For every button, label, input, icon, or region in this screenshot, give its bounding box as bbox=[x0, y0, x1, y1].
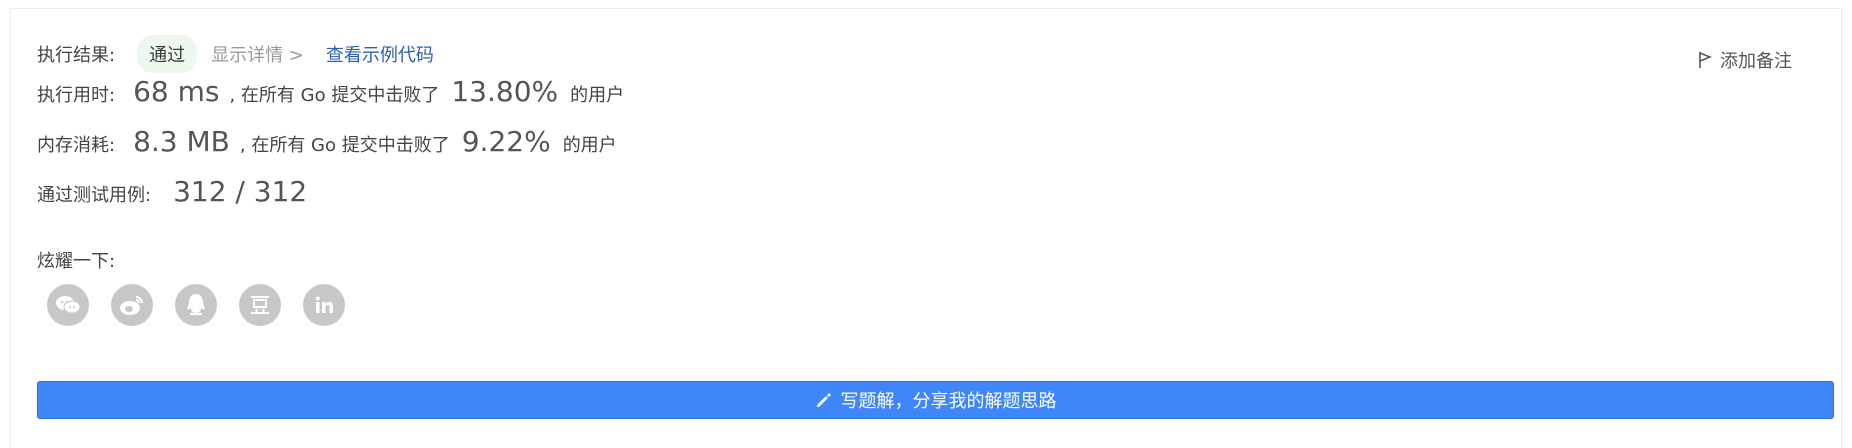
memory-row: 内存消耗: 8.3 MB , 在所有 Go 提交中击败了 9.22% 的用户 bbox=[37, 125, 617, 158]
write-solution-button[interactable]: 写题解，分享我的解题思路 bbox=[37, 381, 1834, 419]
view-sample-code-link[interactable]: 查看示例代码 bbox=[326, 41, 434, 67]
show-details-link[interactable]: 显示详情 > bbox=[211, 41, 304, 67]
memory-percent: 9.22% bbox=[461, 125, 551, 158]
add-note-button[interactable]: 添加备注 bbox=[1698, 47, 1792, 73]
result-label: 执行结果: bbox=[37, 45, 116, 66]
memory-description: , 在所有 Go 提交中击败了 bbox=[239, 135, 450, 156]
runtime-row: 执行用时: 68 ms , 在所有 Go 提交中击败了 13.80% 的用户 bbox=[37, 75, 624, 108]
memory-label: 内存消耗: bbox=[37, 135, 116, 156]
add-note-label: 添加备注 bbox=[1720, 51, 1792, 72]
result-row: 执行结果: 通过 显示详情 > 查看示例代码 bbox=[37, 35, 434, 73]
runtime-suffix: 的用户 bbox=[570, 85, 625, 106]
runtime-percent: 13.80% bbox=[451, 75, 559, 108]
runtime-label: 执行用时: bbox=[37, 85, 116, 106]
share-row: 炫耀一下: bbox=[37, 247, 115, 273]
social-share-icons bbox=[47, 284, 345, 326]
tests-value: 312 / 312 bbox=[173, 175, 308, 208]
status-badge: 通过 bbox=[137, 35, 198, 73]
memory-value: 8.3 MB bbox=[133, 125, 230, 158]
pencil-icon bbox=[815, 391, 833, 409]
qq-icon[interactable] bbox=[175, 284, 217, 326]
linkedin-icon[interactable] bbox=[303, 284, 345, 326]
tests-label: 通过测试用例: bbox=[37, 185, 152, 206]
runtime-description: , 在所有 Go 提交中击败了 bbox=[229, 85, 440, 106]
write-solution-label: 写题解，分享我的解题思路 bbox=[840, 391, 1057, 412]
douban-icon[interactable] bbox=[239, 284, 281, 326]
tests-row: 通过测试用例: 312 / 312 bbox=[37, 175, 307, 208]
memory-suffix: 的用户 bbox=[562, 135, 617, 156]
submission-result-card: 执行结果: 通过 显示详情 > 查看示例代码 添加备注 执行用时: 68 ms … bbox=[10, 8, 1842, 448]
share-label: 炫耀一下: bbox=[37, 251, 116, 272]
flag-icon bbox=[1698, 51, 1712, 69]
wechat-icon[interactable] bbox=[47, 284, 89, 326]
runtime-value: 68 ms bbox=[133, 75, 220, 108]
weibo-icon[interactable] bbox=[111, 284, 153, 326]
